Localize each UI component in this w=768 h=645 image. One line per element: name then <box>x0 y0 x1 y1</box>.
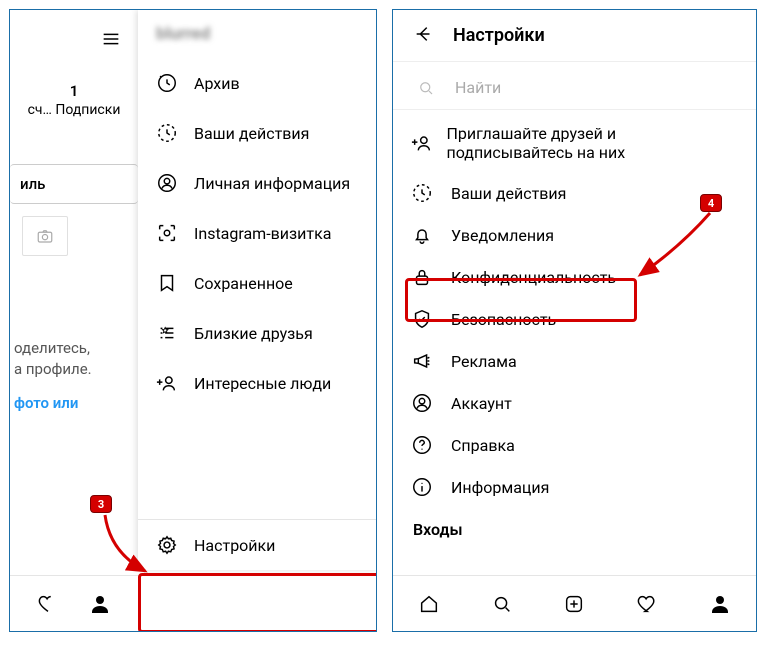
menu-nametag[interactable]: Instagram-визитка <box>138 208 377 258</box>
menu-label: Личная информация <box>184 174 350 193</box>
person-circle-icon <box>411 392 439 414</box>
close-friends-icon <box>156 322 184 344</box>
menu-activity[interactable]: Ваши действия <box>138 108 377 158</box>
activity-tab[interactable] <box>634 591 660 617</box>
subscriptions-counter[interactable]: 1 сч… Подписки <box>10 62 138 128</box>
menu-archive[interactable]: Архив <box>138 58 377 108</box>
subscriptions-label: сч… Подписки <box>10 102 138 118</box>
bookmark-icon <box>156 272 184 294</box>
step-badge-4: 4 <box>700 194 722 212</box>
share-hint: оделитесь, а профиле. <box>10 256 138 380</box>
open-menu-row <box>10 10 138 62</box>
menu-label: Сохраненное <box>184 274 293 293</box>
menu-label: Настройки <box>184 536 275 555</box>
settings-about[interactable]: Информация <box>393 466 756 508</box>
settings-item-label: Информация <box>439 478 549 497</box>
megaphone-icon <box>411 350 439 372</box>
settings-item-label: Реклама <box>439 352 517 371</box>
settings-screen: Настройки Найти Приглашайте друзей и под… <box>392 9 757 632</box>
menu-discover-people[interactable]: Интересные люди <box>138 358 377 408</box>
add-person-icon <box>411 132 434 154</box>
subscriptions-count: 1 <box>10 82 138 100</box>
settings-account[interactable]: Аккаунт <box>393 382 756 424</box>
info-icon <box>411 476 439 498</box>
settings-notifications[interactable]: Уведомления <box>393 214 756 256</box>
settings-header: Настройки <box>393 10 756 62</box>
menu-saved[interactable]: Сохраненное <box>138 258 377 308</box>
settings-help[interactable]: Справка <box>393 424 756 466</box>
help-icon <box>411 434 439 456</box>
search-tab[interactable] <box>489 591 515 617</box>
highlight-privacy <box>405 278 637 322</box>
bell-icon <box>411 224 439 246</box>
archive-icon <box>156 72 184 94</box>
settings-invite-friends[interactable]: Приглашайте друзей и подписывайтесь на н… <box>393 114 756 172</box>
side-drawer: blurred Архив Ваши действия Личная инфор… <box>138 10 377 570</box>
profile-tab[interactable] <box>707 591 733 617</box>
menu-label: Instagram-визитка <box>184 224 331 243</box>
page-title: Настройки <box>435 25 545 46</box>
gear-icon <box>156 534 184 556</box>
menu-personal-info[interactable]: Личная информация <box>138 158 377 208</box>
home-tab[interactable] <box>416 591 442 617</box>
back-button[interactable] <box>413 23 435 49</box>
add-person-icon <box>156 372 184 394</box>
settings-item-label: Ваши действия <box>439 184 566 203</box>
settings-item-label: Аккаунт <box>439 394 512 413</box>
profile-underlay: 1 сч… Подписки иль оделитесь, а профиле.… <box>10 10 138 570</box>
step-badge-3: 3 <box>90 495 112 513</box>
bottom-nav <box>10 575 138 631</box>
add-photo-link[interactable]: фото или <box>10 380 138 412</box>
settings-search[interactable]: Найти <box>393 62 756 110</box>
activity-icon <box>156 122 184 144</box>
highlight-settings <box>138 573 377 632</box>
nametag-icon <box>156 222 184 244</box>
hamburger-icon[interactable] <box>98 26 124 52</box>
menu-label: Архив <box>184 74 240 93</box>
edit-profile-button[interactable]: иль <box>10 164 138 204</box>
person-circle-icon <box>156 172 184 194</box>
new-post-tab[interactable] <box>561 591 587 617</box>
new-story-button[interactable] <box>22 216 68 256</box>
settings-item-label: Справка <box>439 436 515 455</box>
menu-close-friends[interactable]: Близкие друзья <box>138 308 377 358</box>
menu-label: Ваши действия <box>184 124 309 143</box>
search-icon <box>417 79 435 97</box>
menu-label: Близкие друзья <box>184 324 313 343</box>
logins-section-header: Входы <box>393 508 756 539</box>
activity-icon <box>411 182 439 204</box>
settings-ads[interactable]: Реклама <box>393 340 756 382</box>
menu-label: Интересные люди <box>184 374 331 393</box>
activity-tab[interactable] <box>35 591 61 617</box>
search-placeholder: Найти <box>435 78 501 97</box>
menu-settings[interactable]: Настройки <box>138 519 377 570</box>
settings-item-label: Приглашайте друзей и подписывайтесь на н… <box>434 124 742 162</box>
profile-tab[interactable] <box>87 591 113 617</box>
bottom-nav <box>393 575 756 631</box>
settings-item-label: Уведомления <box>439 226 554 245</box>
profile-screen: 1 сч… Подписки иль оделитесь, а профиле.… <box>9 9 377 632</box>
drawer-username[interactable]: blurred <box>138 10 377 58</box>
